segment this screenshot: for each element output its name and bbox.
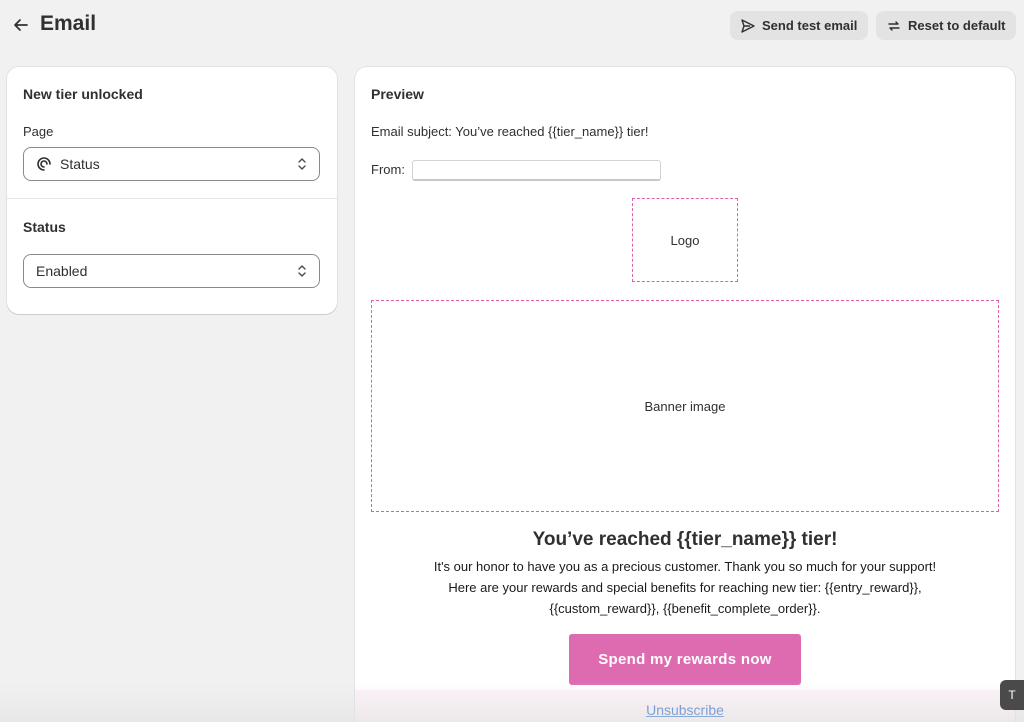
email-body-line: It's our honor to have you as a precious…: [433, 559, 937, 574]
page-title: Email: [40, 12, 97, 35]
arrow-left-icon: [14, 19, 28, 31]
unsubscribe-link[interactable]: Unsubscribe: [355, 702, 1015, 718]
status-select-value: Enabled: [36, 263, 88, 279]
email-body: It's our honor to have you as a precious…: [375, 556, 995, 619]
send-test-email-button[interactable]: Send test email: [730, 11, 868, 40]
preview-card: Preview Email subject: You’ve reached {{…: [355, 67, 1015, 722]
select-chevron-icon: [295, 156, 309, 175]
page-select[interactable]: Status: [23, 147, 320, 181]
from-field: [412, 160, 661, 181]
select-chevron-icon: [295, 263, 309, 282]
email-body-line: {{custom_reward}}, {{benefit_complete_or…: [549, 601, 821, 616]
logo-placeholder: Logo: [632, 198, 738, 282]
settings-card: New tier unlocked Page Status Status Ena…: [7, 67, 337, 314]
logo-label: Logo: [670, 232, 700, 248]
page-field-label: Page: [23, 124, 54, 139]
page-header: Email Send test email Reset to default: [0, 0, 1024, 52]
section-divider: [7, 198, 337, 199]
send-test-email-label: Send test email: [762, 18, 858, 33]
reset-to-default-label: Reset to default: [908, 18, 1006, 33]
banner-label: Banner image: [644, 398, 726, 414]
email-heading: You’ve reached {{tier_name}} tier!: [532, 529, 838, 550]
preview-title: Preview: [371, 86, 424, 102]
reset-to-default-button[interactable]: Reset to default: [876, 11, 1016, 40]
status-select[interactable]: Enabled: [23, 254, 320, 288]
spend-rewards-button[interactable]: Spend my rewards now: [569, 634, 801, 685]
status-section-title: Status: [23, 219, 66, 235]
back-button[interactable]: [8, 12, 34, 38]
from-label: From:: [371, 162, 405, 177]
status-spiral-icon: [36, 156, 52, 172]
send-icon: [741, 18, 755, 33]
email-body-line: Here are your rewards and special benefi…: [448, 580, 922, 595]
page-select-value: Status: [60, 156, 100, 172]
email-subject: Email subject: You’ve reached {{tier_nam…: [371, 124, 649, 139]
section-title: New tier unlocked: [23, 86, 143, 102]
corner-tab[interactable]: T: [1000, 680, 1024, 710]
banner-image-placeholder: Banner image: [371, 300, 999, 512]
refresh-icon: [888, 20, 900, 31]
